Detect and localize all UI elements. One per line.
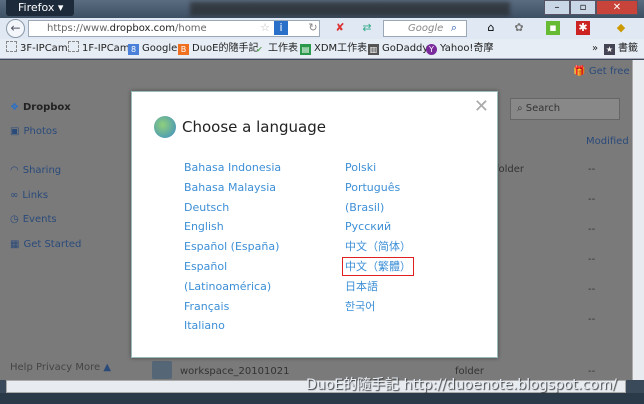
addon-gray-icon[interactable]: ✿: [512, 21, 526, 35]
dialog-title: Choose a language: [182, 118, 326, 136]
language-option[interactable]: Italiano: [184, 316, 281, 336]
bookmarks-menu[interactable]: ★ 書籤: [604, 39, 638, 59]
addon-red-icon[interactable]: ✱: [576, 21, 590, 35]
row-modified: --: [588, 224, 596, 235]
language-option[interactable]: Português: [345, 178, 414, 198]
bookmark-item[interactable]: B DuoE的隨手記: [178, 39, 258, 59]
row-modified: --: [588, 314, 596, 325]
vertical-scrollbar[interactable]: [632, 60, 644, 380]
language-option[interactable]: Deutsch: [184, 198, 281, 218]
language-option[interactable]: 中文（简体）: [345, 237, 414, 257]
blurred-tabs: [190, 2, 510, 16]
language-option[interactable]: Français: [184, 297, 281, 317]
language-option[interactable]: English: [184, 217, 281, 237]
get-free-space-link[interactable]: 🎁 Get free s: [573, 66, 632, 77]
close-window-button[interactable]: ✕: [596, 0, 638, 15]
bookmark-item[interactable]: 1F-IPCam: [68, 39, 130, 59]
folder-icon: [152, 361, 172, 379]
globe-icon: [154, 116, 176, 138]
language-option[interactable]: (Latinoamérica): [184, 277, 281, 297]
close-icon[interactable]: ✕: [474, 96, 489, 117]
bookmark-item[interactable]: Y Yahoo!奇摩: [426, 39, 493, 59]
reload-icon[interactable]: ↻: [306, 21, 320, 35]
maximize-button[interactable]: ▫: [570, 0, 596, 15]
row-modified: --: [588, 254, 596, 265]
minimize-button[interactable]: –: [544, 0, 570, 15]
row-kind: folder: [495, 164, 525, 175]
nav-links[interactable]: ∞ Links: [10, 190, 48, 201]
bookmark-item[interactable]: 8 Google: [128, 39, 177, 59]
home-icon[interactable]: ⌂: [484, 21, 498, 35]
bookmarks-toolbar: 3F-IPCam 1F-IPCam 8 Google B DuoE的隨手記 ✔ 工作表…: [0, 39, 644, 59]
language-option[interactable]: Bahasa Malaysia: [184, 178, 281, 198]
row-modified: --: [588, 164, 596, 175]
more-link[interactable]: More: [75, 362, 100, 373]
bookmark-item[interactable]: ▤ XDM工作表: [300, 39, 367, 59]
language-option[interactable]: Bahasa Indonesia: [184, 158, 281, 178]
nav-sharing[interactable]: ◠ Sharing: [10, 165, 61, 176]
search-box[interactable]: ⌕ Search: [510, 98, 620, 120]
row-modified: --: [588, 194, 596, 205]
bookmarks-overflow[interactable]: »: [592, 39, 598, 59]
bookmark-star-icon[interactable]: ☆: [258, 21, 272, 35]
language-option[interactable]: Русский: [345, 217, 414, 237]
addon-green-icon[interactable]: ▪: [546, 21, 560, 35]
language-option[interactable]: Español: [184, 257, 281, 277]
window-titlebar: Firefox ▾ – ▫ ✕: [0, 0, 644, 18]
window-bottom-frame: [0, 393, 644, 404]
language-option[interactable]: 한국어: [345, 297, 414, 317]
navigation-toolbar: ← https://www.dropbox.com/home ☆ i ↻ ✘ ⇄…: [0, 18, 644, 39]
language-column-right: Polski Português (Brasil) Русский 中文（简体）…: [342, 158, 414, 317]
language-option[interactable]: Español (España): [184, 237, 281, 257]
watermark: DuoE的隨手記 http://duoenote.blogspot.com/: [306, 377, 617, 393]
row-modified: --: [588, 284, 596, 295]
privacy-link[interactable]: Privacy: [36, 362, 72, 373]
language-option-highlighted[interactable]: 中文（繁體）: [342, 256, 414, 276]
language-option[interactable]: 日本語: [345, 277, 414, 297]
help-link[interactable]: Help: [10, 362, 33, 373]
back-button[interactable]: ←: [6, 19, 25, 38]
search-icon[interactable]: ⌕: [447, 21, 461, 35]
bookmark-item[interactable]: 3F-IPCam: [6, 39, 68, 59]
file-row-name[interactable]: workspace_20101021: [180, 366, 289, 377]
modified-column-header[interactable]: Modified: [586, 136, 629, 147]
nav-photos[interactable]: ▣ Photos: [10, 126, 57, 137]
bookmark-item[interactable]: ✔ 工作表: [254, 39, 298, 59]
language-column-left: Bahasa Indonesia Bahasa Malaysia Deutsch…: [184, 158, 281, 336]
firefox-menu-button[interactable]: Firefox ▾: [6, 0, 74, 16]
addon-shield-icon[interactable]: ◆: [614, 21, 628, 35]
info-icon[interactable]: i: [274, 21, 288, 35]
sync-icon[interactable]: ⇄: [360, 21, 374, 35]
nav-events[interactable]: ◷ Events: [10, 214, 57, 225]
dropbox-logo[interactable]: ❖ Dropbox: [10, 102, 71, 113]
bookmark-item[interactable]: ▥ GoDaddy: [368, 39, 428, 59]
language-dialog: ✕ Choose a language Bahasa Indonesia Bah…: [131, 91, 498, 358]
nav-get-started[interactable]: ▦ Get Started: [10, 239, 81, 250]
footer-links: Help Privacy More ▲: [10, 362, 112, 373]
language-option[interactable]: Polski: [345, 158, 414, 178]
addon-icon[interactable]: ✘: [333, 21, 347, 35]
language-option[interactable]: (Brasil): [345, 198, 414, 218]
